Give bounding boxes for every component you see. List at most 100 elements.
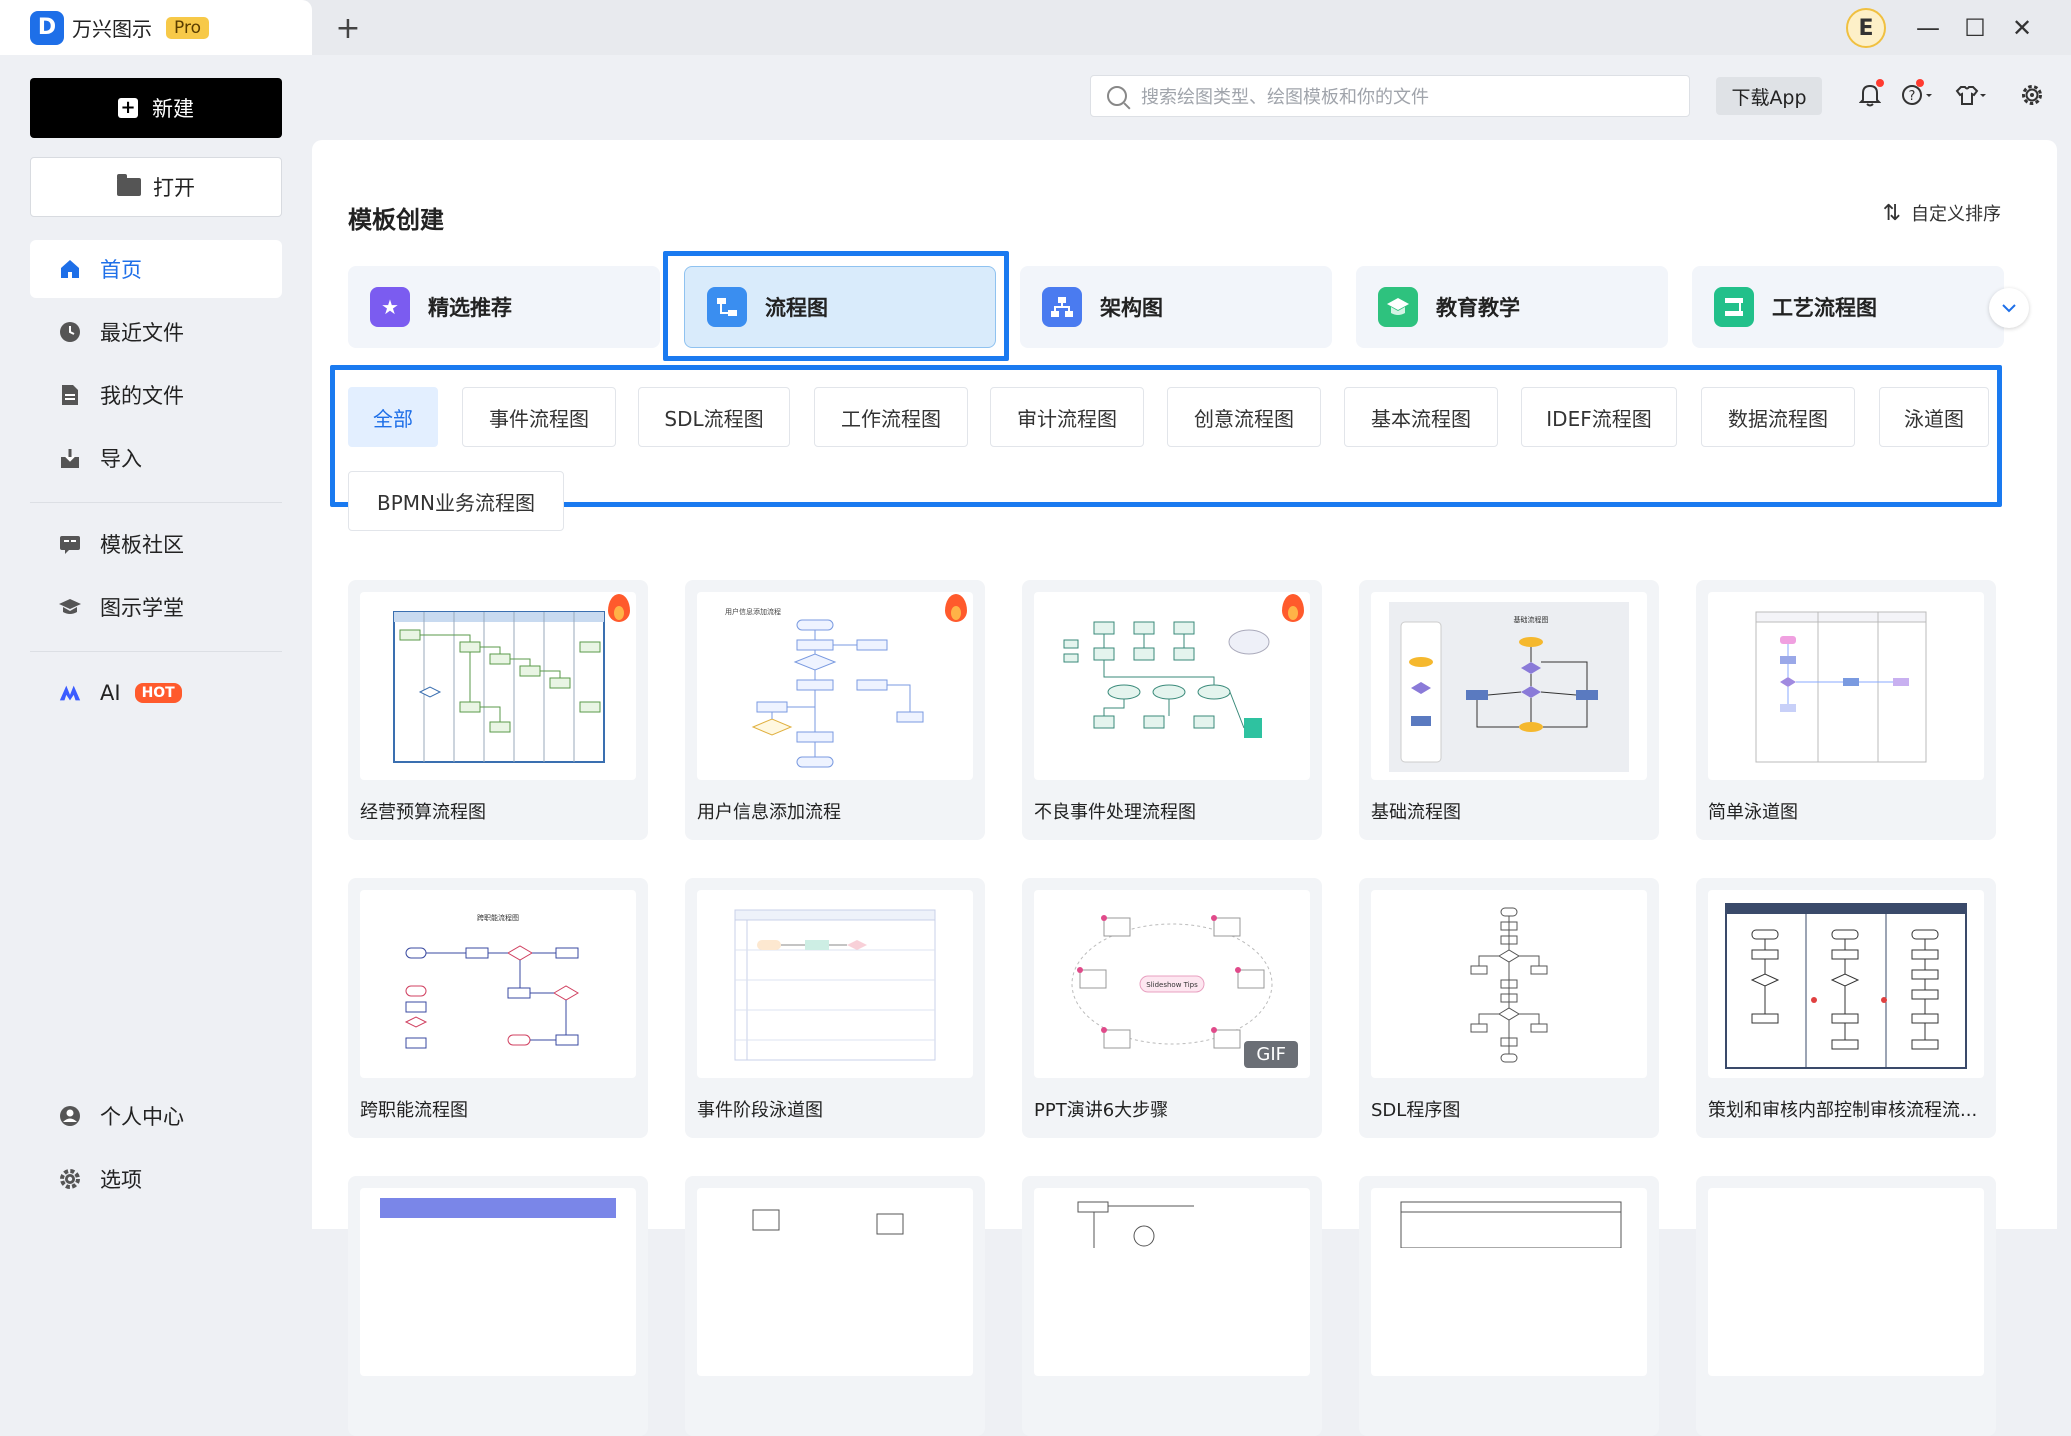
template-thumbnail: 跨职能流程图	[360, 890, 636, 1078]
chevron-down-icon[interactable]	[1989, 288, 2029, 328]
category-featured[interactable]: ★ 精选推荐	[348, 266, 660, 348]
sidebar-item-ai[interactable]: AI HOT	[30, 664, 282, 722]
hot-fire-icon	[1282, 594, 1304, 622]
sidebar-item-my-files[interactable]: 我的文件	[30, 366, 282, 424]
template-card[interactable]: 跨职能流程图 跨职能流程图	[348, 878, 648, 1138]
new-button[interactable]: + 新建	[30, 78, 282, 138]
chip-event-flow[interactable]: 事件流程图	[462, 387, 616, 447]
sidebar-item-label: AI	[100, 681, 121, 705]
import-icon	[58, 446, 82, 470]
help-icon[interactable]: ?	[1896, 77, 1940, 113]
template-card[interactable]: 事件阶段泳道图	[685, 878, 985, 1138]
sidebar-item-options[interactable]: 选项	[30, 1150, 282, 1208]
maximize-button[interactable]: ☐	[1955, 8, 1995, 48]
category-architecture[interactable]: 架构图	[1020, 266, 1332, 348]
sidebar-item-label: 模板社区	[100, 533, 184, 557]
thumb-center-text: Slideshow Tips	[1146, 981, 1198, 989]
template-thumbnail	[1708, 890, 1984, 1078]
close-button[interactable]: ✕	[2002, 8, 2042, 48]
template-thumbnail	[697, 890, 973, 1078]
new-tab-button[interactable]: +	[328, 10, 368, 46]
search-placeholder: 搜索绘图类型、绘图模板和你的文件	[1141, 87, 1429, 108]
template-card[interactable]: 经营预算流程图	[348, 580, 648, 840]
shirt-icon[interactable]	[1950, 77, 1994, 113]
category-education[interactable]: 教育教学	[1356, 266, 1668, 348]
template-label: 不良事件处理流程图	[1034, 802, 1196, 823]
sidebar-item-recent[interactable]: 最近文件	[30, 303, 282, 361]
template-card[interactable]: 不良事件处理流程图	[1022, 580, 1322, 840]
template-card[interactable]: Slideshow Tips GIF PPT演讲6大步骤	[1022, 878, 1322, 1138]
search-icon	[1107, 86, 1127, 106]
help-dot	[1916, 79, 1924, 87]
sidebar-divider	[30, 651, 282, 652]
process-icon	[1714, 287, 1754, 327]
graduation-icon	[58, 595, 82, 619]
template-card[interactable]	[348, 1176, 648, 1436]
template-label: 基础流程图	[1371, 802, 1461, 823]
section-title: 模板创建	[348, 206, 444, 234]
template-thumbnail	[1371, 1188, 1647, 1376]
template-card[interactable]: 基础流程图 基础流程图	[1359, 580, 1659, 840]
chip-creative-flow[interactable]: 创意流程图	[1167, 387, 1321, 447]
template-label: SDL程序图	[1371, 1100, 1461, 1121]
hot-badge: HOT	[134, 683, 182, 703]
sidebar-item-community[interactable]: 模板社区	[30, 515, 282, 573]
flowchart-highlight	[663, 251, 1009, 361]
chip-work-flow[interactable]: 工作流程图	[814, 387, 968, 447]
template-card[interactable]	[1359, 1176, 1659, 1436]
sidebar-item-home[interactable]: 首页	[30, 240, 282, 298]
chip-swimlane[interactable]: 泳道图	[1879, 387, 1989, 447]
sort-label: 自定义排序	[1911, 204, 2001, 225]
custom-sort-button[interactable]: ⇅ 自定义排序	[1883, 200, 2001, 226]
settings-gear-icon[interactable]	[2014, 77, 2050, 113]
app-tab[interactable]: D 万兴图示 Pro	[0, 0, 312, 55]
sort-icon: ⇅	[1882, 200, 1901, 226]
sidebar-item-academy[interactable]: 图示学堂	[30, 578, 282, 636]
open-button-label: 打开	[153, 176, 195, 200]
sidebar-item-label: 选项	[100, 1168, 142, 1192]
ai-icon	[58, 681, 82, 705]
open-button[interactable]: 打开	[30, 157, 282, 217]
template-label: 经营预算流程图	[360, 802, 486, 823]
chip-idef-flow[interactable]: IDEF流程图	[1521, 387, 1677, 447]
template-card[interactable]	[1022, 1176, 1322, 1436]
template-card[interactable]	[685, 1176, 985, 1436]
category-label: 工艺流程图	[1772, 296, 1877, 320]
top-bar: 搜索绘图类型、绘图模板和你的文件 下载App ?	[312, 55, 2071, 135]
chip-bpmn-flow[interactable]: BPMN业务流程图	[348, 471, 564, 531]
sidebar-item-personal[interactable]: 个人中心	[30, 1087, 282, 1145]
minimize-button[interactable]: —	[1908, 8, 1948, 48]
template-label: 用户信息添加流程	[697, 802, 841, 823]
template-card[interactable]: 用户信息添加流程 用户信息添加流程	[685, 580, 985, 840]
template-card[interactable]	[1696, 1176, 1996, 1436]
new-button-label: 新建	[152, 97, 194, 121]
folder-icon	[117, 174, 141, 196]
sidebar-item-import[interactable]: 导入	[30, 429, 282, 487]
chip-data-flow[interactable]: 数据流程图	[1701, 387, 1855, 447]
category-label: 架构图	[1100, 296, 1163, 320]
sidebar-item-label: 我的文件	[100, 384, 184, 408]
search-input[interactable]: 搜索绘图类型、绘图模板和你的文件	[1090, 75, 1690, 117]
chip-basic-flow[interactable]: 基本流程图	[1344, 387, 1498, 447]
clock-icon	[58, 320, 82, 344]
notification-dot	[1876, 79, 1884, 87]
home-icon	[58, 257, 82, 281]
chip-audit-flow[interactable]: 审计流程图	[990, 387, 1144, 447]
user-avatar[interactable]: E	[1846, 8, 1886, 48]
chip-all[interactable]: 全部	[348, 387, 438, 447]
template-card[interactable]: 简单泳道图	[1696, 580, 1996, 840]
template-label: 策划和审核内部控制审核流程流...	[1708, 1100, 1978, 1121]
template-card[interactable]: SDL程序图	[1359, 878, 1659, 1138]
architecture-icon	[1042, 287, 1082, 327]
template-card[interactable]: 策划和审核内部控制审核流程流...	[1696, 878, 1996, 1138]
pro-badge: Pro	[166, 16, 209, 39]
plus-icon: +	[118, 98, 138, 118]
template-label: 事件阶段泳道图	[697, 1100, 823, 1121]
svg-text:?: ?	[1909, 89, 1916, 104]
chip-sdl-flow[interactable]: SDL流程图	[638, 387, 790, 447]
thumb-title: 跨职能流程图	[477, 913, 519, 922]
category-process-flow[interactable]: 工艺流程图	[1692, 266, 2004, 348]
bell-icon[interactable]	[1852, 77, 1888, 113]
download-app-button[interactable]: 下载App	[1716, 77, 1822, 115]
education-icon	[1378, 287, 1418, 327]
